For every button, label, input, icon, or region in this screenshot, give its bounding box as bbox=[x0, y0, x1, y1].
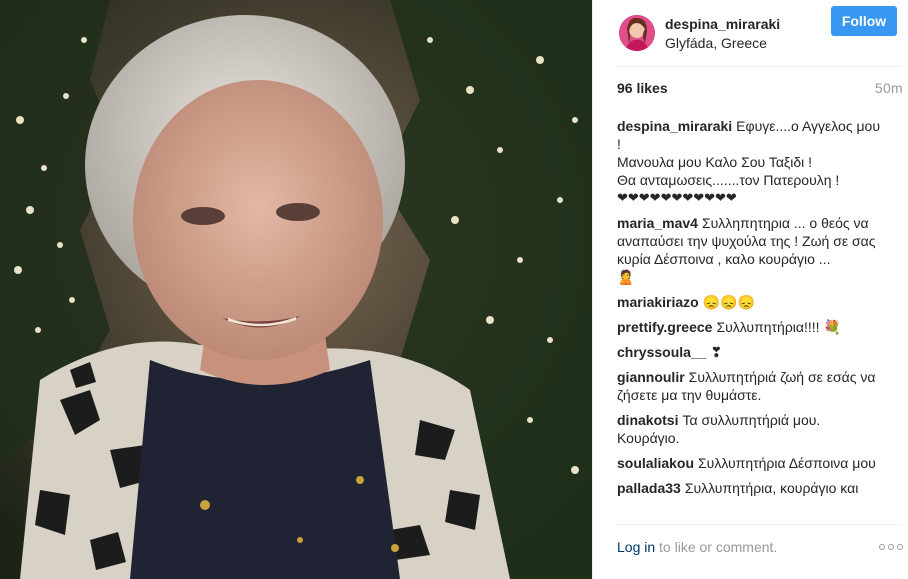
comment-text: Συλλυπητήρια!!!! 💐 bbox=[716, 319, 841, 335]
comment-author[interactable]: pallada33 bbox=[617, 480, 681, 496]
comment-author[interactable]: mariakiriazo bbox=[617, 294, 699, 310]
comment-text: Μανουλα μου Καλο Σου Ταξιδι ! bbox=[617, 154, 812, 170]
comment-author[interactable]: maria_mav4 bbox=[617, 215, 698, 231]
comment-author[interactable]: soulaliakou bbox=[617, 455, 694, 471]
comment-text: ❣ bbox=[710, 344, 723, 360]
comment-text: Θα ανταμωσεις.......τον Πατερουλη ! bbox=[617, 172, 840, 188]
user-avatar[interactable] bbox=[619, 15, 655, 51]
comment-item: giannoulir Συλλυπητήριά ζωή σε εσάς να ζή… bbox=[617, 368, 885, 404]
comment-author[interactable]: giannoulir bbox=[617, 369, 685, 385]
post-username[interactable]: despina_miraraki bbox=[665, 15, 780, 33]
user-info: despina_miraraki Glyfáda, Greece bbox=[665, 15, 780, 52]
footer-divider bbox=[617, 524, 901, 525]
login-prompt: Log in to like or comment. bbox=[617, 539, 777, 555]
post-footer: Log in to like or comment. bbox=[617, 538, 903, 556]
post-photo[interactable] bbox=[0, 0, 592, 579]
likes-count[interactable]: 96 likes bbox=[617, 80, 668, 96]
photo-illustration bbox=[0, 0, 592, 579]
post-meta: 96 likes 50m bbox=[617, 79, 903, 97]
comment-text: 😞😞😞 bbox=[702, 294, 756, 310]
comment-item: soulaliakou Συλλυπητήρια Δέσποινα μου bbox=[617, 454, 885, 472]
post-details-panel: despina_miraraki Glyfáda, Greece Follow … bbox=[592, 0, 908, 579]
header-divider bbox=[617, 66, 901, 67]
comment-author[interactable]: despina_miraraki bbox=[617, 118, 732, 134]
comment-text: Συλλυπητήρια Δέσποινα μου bbox=[698, 455, 876, 471]
comment-item: chryssoula__ ❣ bbox=[617, 343, 885, 361]
post-header: despina_miraraki Glyfáda, Greece Follow bbox=[593, 0, 908, 66]
comment-author[interactable]: prettify.greece bbox=[617, 319, 712, 335]
comment-item: pallada33 Συλλυπητήρια, κουράγιο και bbox=[617, 479, 885, 497]
comment-item: despina_miraraki Εφυγε....ο Αγγελος μου !… bbox=[617, 117, 885, 207]
post-time[interactable]: 50m bbox=[875, 80, 903, 96]
login-prompt-text: to like or comment. bbox=[655, 539, 778, 555]
more-options-icon[interactable] bbox=[879, 544, 903, 550]
comment-author[interactable]: chryssoula__ bbox=[617, 344, 707, 360]
comment-text: 🙎 bbox=[617, 269, 635, 285]
comment-text: ❤❤❤❤❤❤❤❤❤❤❤ bbox=[617, 190, 737, 205]
post-location[interactable]: Glyfáda, Greece bbox=[665, 34, 780, 52]
comment-item: maria_mav4 Συλληπητηρια ... ο θεός να ανα… bbox=[617, 214, 885, 286]
comment-item: mariakiriazo 😞😞😞 bbox=[617, 293, 885, 311]
login-link[interactable]: Log in bbox=[617, 539, 655, 555]
comment-text: Συλλυπητήρια, κουράγιο και bbox=[684, 480, 859, 496]
comment-item: dinakotsi Τα συλλυπητήριά μου. Κουράγιο. bbox=[617, 411, 885, 447]
comment-item: prettify.greece Συλλυπητήρια!!!! 💐 bbox=[617, 318, 885, 336]
comments-list: despina_miraraki Εφυγε....ο Αγγελος μου !… bbox=[617, 117, 885, 517]
follow-button[interactable]: Follow bbox=[831, 6, 897, 36]
comment-author[interactable]: dinakotsi bbox=[617, 412, 678, 428]
